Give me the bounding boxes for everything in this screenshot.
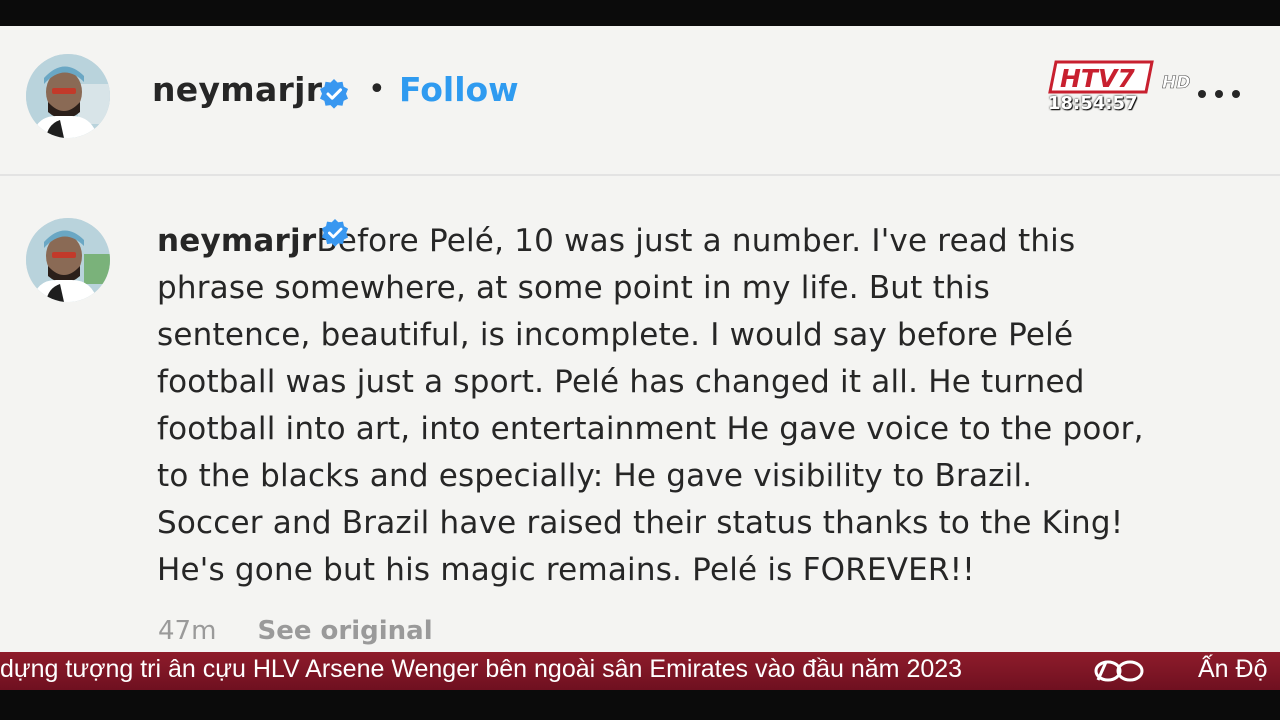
caption-line-3: sentence, beautiful, is incomplete. I wo… bbox=[157, 317, 1074, 353]
channel-logo-hd: HD bbox=[1162, 73, 1190, 93]
caption-text: neymarjr Before Pelé, 10 was just a numbe… bbox=[157, 218, 1217, 594]
channel-logo-text: HTV7 bbox=[1060, 64, 1135, 93]
top-black-band bbox=[0, 0, 1280, 26]
ticker-next-headline: Ấn Độ bbox=[1198, 655, 1268, 683]
caption-line-5: football into art, into entertainment He… bbox=[157, 411, 1144, 447]
follow-button[interactable]: Follow bbox=[399, 70, 519, 109]
more-options-icon[interactable] bbox=[1196, 78, 1242, 108]
news-ticker: dựng tượng tri ân cựu HLV Arsene Wenger … bbox=[0, 652, 1280, 690]
caption-meta: 47m See original bbox=[158, 616, 433, 646]
caption-line-1: neymarjr Before Pelé, 10 was just a numbe… bbox=[157, 218, 1217, 265]
caption-line-7: Soccer and Brazil have raised their stat… bbox=[157, 505, 1124, 541]
post-timestamp: 47m bbox=[158, 616, 217, 646]
comment-avatar[interactable] bbox=[26, 218, 110, 302]
verified-badge-icon bbox=[320, 79, 348, 109]
caption-username[interactable]: neymarjr bbox=[157, 223, 316, 259]
caption-line-2: phrase somewhere, at some point in my li… bbox=[157, 270, 990, 306]
caption-line-8: He's gone but his magic remains. Pelé is… bbox=[157, 552, 975, 588]
ticker-logo-icon bbox=[1094, 660, 1144, 682]
profile-avatar[interactable] bbox=[26, 54, 110, 138]
bottom-black-band bbox=[0, 690, 1280, 720]
header-divider bbox=[0, 174, 1280, 176]
verified-badge-icon bbox=[322, 218, 349, 247]
caption-line-6: to the blacks and especially: He gave vi… bbox=[157, 458, 1033, 494]
separator-dot: • bbox=[368, 72, 386, 107]
post-username[interactable]: neymarjr bbox=[152, 70, 322, 109]
ticker-headline: dựng tượng tri ân cựu HLV Arsene Wenger … bbox=[0, 655, 963, 683]
broadcast-clock: 18:54:57 bbox=[1048, 93, 1138, 114]
see-original-link[interactable]: See original bbox=[257, 616, 432, 646]
caption-line-4: football was just a sport. Pelé has chan… bbox=[157, 364, 1085, 400]
instagram-post-panel: neymarjr • Follow neymarjr Before Pelé, 1… bbox=[0, 26, 1280, 652]
caption-line-text: Before Pelé, 10 was just a number. I've … bbox=[316, 223, 1076, 259]
